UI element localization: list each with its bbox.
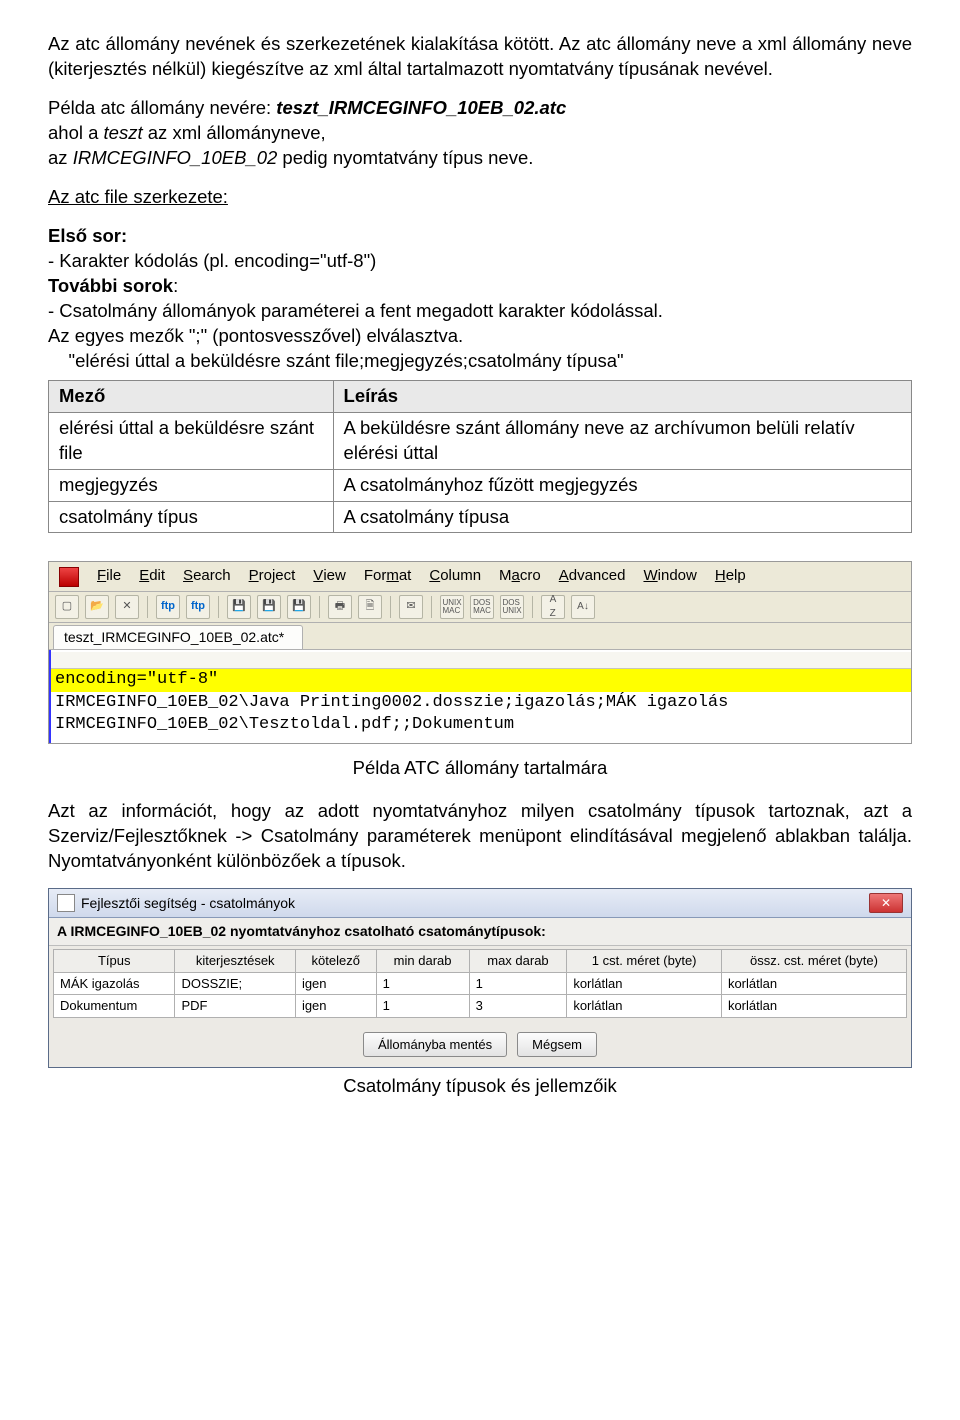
paragraph-intro: Az atc állomány nevének és szerkezetének…	[48, 32, 912, 82]
further-rows-block: További sorok: - Csatolmány állományok p…	[48, 274, 912, 374]
mail-icon[interactable]: ✉	[399, 595, 423, 619]
format-unix-icon[interactable]: UNIXMAC	[440, 595, 464, 619]
save-to-file-button[interactable]: Állományba mentés	[363, 1032, 507, 1058]
new-file-icon[interactable]: ▢	[55, 595, 79, 619]
app-icon	[59, 567, 79, 587]
save-all-icon[interactable]: 💾	[287, 595, 311, 619]
menu-edit[interactable]: Edit	[139, 566, 165, 586]
caption-atc-example: Példa ATC állomány tartalmára	[48, 756, 912, 781]
table-row: csatolmány típus A csatolmány típusa	[49, 501, 912, 533]
menu-macro[interactable]: Macro	[499, 566, 541, 586]
menu-window[interactable]: Window	[643, 566, 696, 586]
print-preview-icon[interactable]: 🗎	[358, 595, 382, 619]
editor-line-2[interactable]: IRMCEGINFO_10EB_02\Java Printing0002.dos…	[49, 692, 911, 715]
ftp-open-icon[interactable]: ftp	[156, 595, 180, 619]
menu-advanced[interactable]: Advanced	[559, 566, 626, 586]
java-icon	[57, 894, 75, 912]
editor-text-area[interactable]: encoding="utf-8" IRMCEGINFO_10EB_02\Java…	[49, 650, 911, 744]
menu-format[interactable]: Format	[364, 566, 412, 586]
editor-ruler	[49, 652, 911, 669]
fields-table: Mező Leírás elérési úttal a beküldésre s…	[48, 380, 912, 534]
format-dos-unix-icon[interactable]: DOSUNIX	[500, 595, 524, 619]
print-icon[interactable]: 🖶	[328, 595, 352, 619]
first-row-block: Első sor: - Karakter kódolás (pl. encodi…	[48, 224, 912, 274]
dialog-title-text: Fejlesztői segítség - csatolmányok	[81, 894, 295, 913]
attachment-types-table: Típus kiterjesztések kötelező min darab …	[53, 949, 907, 1018]
editor-menubar[interactable]: File Edit Search Project View Format Col…	[49, 562, 911, 591]
menu-project[interactable]: Project	[249, 566, 296, 586]
close-icon[interactable]: ✕	[115, 595, 139, 619]
editor-line-1[interactable]: encoding="utf-8"	[49, 669, 911, 692]
paragraph-info: Azt az információt, hogy az adott nyomta…	[48, 799, 912, 874]
fields-head-field: Mező	[49, 380, 334, 412]
table-row: elérési úttal a beküldésre szánt file A …	[49, 412, 912, 469]
editor-tab[interactable]: teszt_IRMCEGINFO_10EB_02.atc*	[53, 625, 303, 649]
text-editor-window: File Edit Search Project View Format Col…	[48, 561, 912, 744]
sort-icon[interactable]: A↓	[571, 595, 595, 619]
menu-help[interactable]: Help	[715, 566, 746, 586]
attachment-types-dialog: Fejlesztői segítség - csatolmányok ✕ A I…	[48, 888, 912, 1068]
save-as-icon[interactable]: 💾	[257, 595, 281, 619]
format-dos-icon[interactable]: DOSMAC	[470, 595, 494, 619]
table-row: megjegyzés A csatolmányhoz fűzött megjeg…	[49, 469, 912, 501]
table-row: Dokumentum PDF igen 1 3 korlátlan korlát…	[54, 995, 907, 1018]
dialog-titlebar[interactable]: Fejlesztői segítség - csatolmányok ✕	[49, 889, 911, 918]
heading-file-structure: Az atc file szerkezete:	[48, 185, 912, 210]
text-case-icon[interactable]: AZ	[541, 595, 565, 619]
menu-view[interactable]: View	[313, 566, 346, 586]
editor-line-3[interactable]: IRMCEGINFO_10EB_02\Tesztoldal.pdf;;Dokum…	[49, 714, 911, 737]
menu-search[interactable]: Search	[183, 566, 231, 586]
paragraph-example-name: Példa atc állomány nevére: teszt_IRMCEGI…	[48, 96, 912, 171]
menu-column[interactable]: Column	[429, 566, 481, 586]
table-row: MÁK igazolás DOSSZIE; igen 1 1 korlátlan…	[54, 972, 907, 995]
editor-tab-bar[interactable]: teszt_IRMCEGINFO_10EB_02.atc*	[49, 623, 911, 650]
fields-head-desc: Leírás	[333, 380, 911, 412]
menu-file[interactable]: File	[97, 566, 121, 586]
ftp-save-icon[interactable]: ftp	[186, 595, 210, 619]
open-file-icon[interactable]: 📂	[85, 595, 109, 619]
dialog-close-button[interactable]: ✕	[869, 893, 903, 913]
editor-toolbar[interactable]: ▢ 📂 ✕ ftp ftp 💾 💾 💾 🖶 🗎 ✉ UNIXMAC DOSMAC…	[49, 592, 911, 623]
cancel-button[interactable]: Mégsem	[517, 1032, 597, 1058]
save-icon[interactable]: 💾	[227, 595, 251, 619]
dialog-heading: A IRMCEGINFO_10EB_02 nyomtatványhoz csat…	[49, 918, 911, 946]
caption-attachment-types: Csatolmány típusok és jellemzőik	[48, 1074, 912, 1099]
